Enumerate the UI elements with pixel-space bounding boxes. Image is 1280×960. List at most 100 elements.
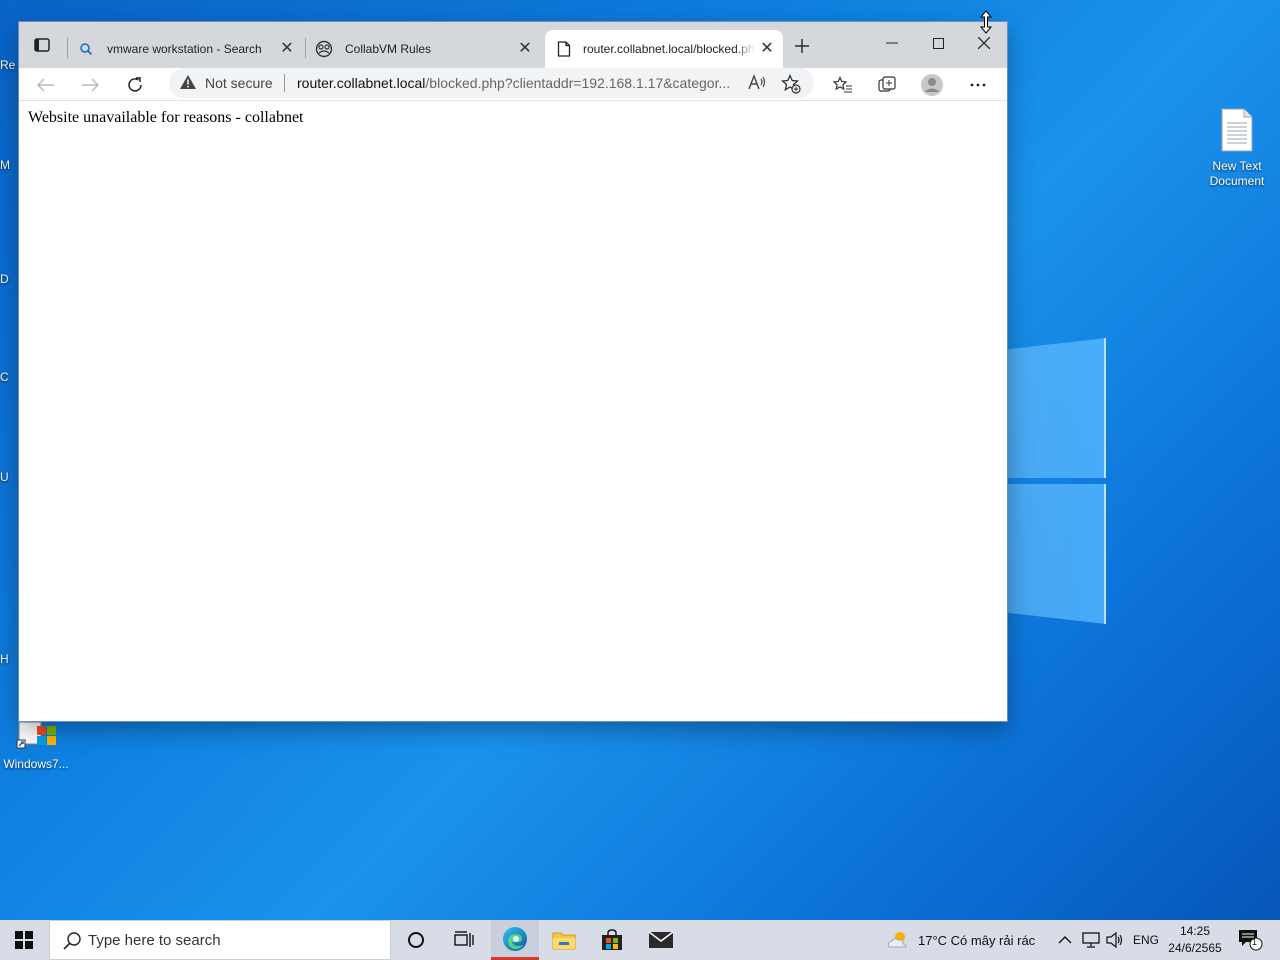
avatar-icon bbox=[921, 74, 943, 96]
tab-vmware-search[interactable]: vmware workstation - Search ✕ bbox=[73, 30, 303, 68]
resize-cursor-icon bbox=[979, 10, 993, 39]
search-placeholder: Type here to search bbox=[88, 932, 221, 949]
clock-button[interactable]: 14:25 24/6/2565 bbox=[1160, 923, 1230, 957]
desktop-icon-windows7[interactable]: Windows7... bbox=[0, 718, 76, 771]
desktop-icon-label: Windows7... bbox=[3, 757, 69, 771]
read-aloud-icon[interactable] bbox=[747, 74, 767, 92]
search-icon bbox=[63, 932, 81, 950]
notification-count: 1 bbox=[1252, 937, 1258, 947]
desktop-icon-fragment-label: H bbox=[0, 652, 9, 666]
desktop-icon-fragment[interactable]: U bbox=[0, 470, 20, 484]
taskbar-mail[interactable] bbox=[637, 920, 685, 960]
desktop-icon-fragment[interactable]: Re bbox=[0, 58, 20, 72]
cortana-button[interactable] bbox=[392, 920, 440, 960]
desktop-icon-fragment-label: U bbox=[0, 470, 9, 484]
desktop-icon-label: New Text Document bbox=[1209, 159, 1265, 188]
favorites-list-icon bbox=[833, 76, 852, 93]
back-arrow-icon bbox=[37, 78, 54, 92]
tab-title: router.collabnet.local/blocked.php bbox=[583, 42, 755, 56]
warning-triangle-icon[interactable] bbox=[179, 74, 197, 90]
desktop-icon-fragment[interactable]: D bbox=[0, 272, 20, 286]
security-status-label[interactable]: Not secure bbox=[205, 75, 273, 91]
clock-time: 14:25 bbox=[1179, 924, 1211, 938]
maximize-icon bbox=[932, 37, 944, 49]
minimize-icon bbox=[886, 42, 898, 44]
network-icon bbox=[1082, 932, 1100, 948]
new-tab-button[interactable] bbox=[789, 34, 815, 58]
notification-icon bbox=[1239, 930, 1263, 951]
add-favorite-icon[interactable] bbox=[781, 74, 801, 94]
refresh-button[interactable] bbox=[122, 72, 148, 98]
tab-title: CollabVM Rules bbox=[345, 42, 432, 56]
tab-actions-button[interactable] bbox=[29, 34, 55, 56]
url-text[interactable]: router.collabnet.local/blocked.php?clien… bbox=[297, 75, 737, 91]
url-path: /blocked.php?clientaddr=192.168.1.17&cat… bbox=[425, 75, 731, 91]
task-view-icon bbox=[454, 931, 474, 947]
desktop-icon-new-text-document[interactable]: New Text Document bbox=[1197, 108, 1277, 189]
tab-title: vmware workstation - Search bbox=[107, 42, 262, 56]
address-bar[interactable]: Not secure router.collabnet.local/blocke… bbox=[169, 68, 814, 98]
tab-separator bbox=[67, 38, 68, 58]
more-dots-icon bbox=[970, 83, 986, 87]
taskbar-file-explorer[interactable] bbox=[540, 920, 588, 960]
page-document-icon bbox=[557, 41, 571, 57]
tab-collabvm-rules[interactable]: CollabVM Rules ✕ bbox=[309, 30, 541, 68]
show-hidden-icons-button[interactable] bbox=[1058, 920, 1072, 960]
weather-partly-cloudy-icon bbox=[887, 932, 907, 948]
taskbar-search-box[interactable]: Type here to search bbox=[49, 920, 391, 960]
back-button[interactable] bbox=[33, 72, 59, 98]
folder-icon bbox=[552, 932, 576, 950]
page-content: Website unavailable for reasons - collab… bbox=[19, 101, 1007, 721]
taskbar-store[interactable] bbox=[588, 920, 636, 960]
clock-date: 24/6/2565 bbox=[1168, 941, 1222, 955]
maximize-button[interactable] bbox=[915, 30, 961, 56]
mail-envelope-icon bbox=[648, 931, 674, 948]
text-document-icon bbox=[1197, 108, 1277, 155]
taskbar-edge[interactable] bbox=[491, 920, 539, 960]
close-tab-icon[interactable]: ✕ bbox=[517, 40, 533, 57]
close-tab-icon[interactable]: ✕ bbox=[279, 40, 295, 57]
close-tab-icon[interactable]: ✕ bbox=[759, 40, 775, 57]
tab-router-blocked[interactable]: router.collabnet.local/blocked.php ✕ bbox=[545, 30, 783, 68]
language-label: ENG bbox=[1133, 933, 1160, 947]
desktop-icon-fragment-label: C bbox=[0, 370, 9, 384]
weather-widget[interactable]: 17°C Có mây rải rác bbox=[886, 920, 1035, 960]
windows-shortcut-icon bbox=[0, 718, 76, 753]
forward-arrow-icon bbox=[82, 78, 99, 92]
favorites-button[interactable] bbox=[830, 72, 856, 98]
network-button[interactable] bbox=[1082, 920, 1100, 960]
desktop-icon-fragment[interactable]: H bbox=[0, 652, 20, 666]
address-separator bbox=[284, 74, 285, 92]
desktop-icon-fragment-label: D bbox=[0, 272, 9, 286]
tab-separator bbox=[305, 38, 306, 58]
desktop-icon-fragment[interactable]: C bbox=[0, 370, 20, 384]
collections-button[interactable] bbox=[874, 72, 900, 98]
bing-search-icon bbox=[80, 43, 93, 56]
weather-text: 17°C Có mây rải rác bbox=[918, 932, 1036, 948]
navigation-toolbar: Not secure router.collabnet.local/blocke… bbox=[19, 68, 1007, 101]
windows-start-icon bbox=[15, 931, 33, 949]
refresh-icon bbox=[128, 77, 142, 92]
speaker-icon bbox=[1106, 932, 1123, 948]
input-language-button[interactable]: ENG bbox=[1133, 920, 1159, 960]
action-center-button[interactable]: 1 bbox=[1238, 920, 1264, 960]
edge-browser-icon bbox=[503, 926, 527, 951]
minimize-button[interactable] bbox=[869, 30, 915, 56]
collections-icon bbox=[878, 76, 896, 92]
desktop-icon-fragment-label: M bbox=[0, 158, 10, 172]
forward-button[interactable] bbox=[77, 72, 103, 98]
cortana-circle-icon bbox=[408, 932, 424, 948]
desktop-icon-fragment[interactable]: M bbox=[0, 158, 20, 172]
start-button[interactable] bbox=[0, 920, 48, 960]
blocked-message: Website unavailable for reasons - collab… bbox=[28, 109, 304, 126]
settings-more-button[interactable] bbox=[965, 72, 991, 98]
browser-window: vmware workstation - Search ✕ CollabVM R… bbox=[19, 22, 1007, 721]
plus-icon bbox=[795, 39, 809, 53]
desktop-icon-fragment-label: Re bbox=[0, 58, 16, 72]
profile-button[interactable] bbox=[919, 72, 945, 98]
url-host: router.collabnet.local bbox=[297, 75, 426, 91]
volume-button[interactable] bbox=[1106, 920, 1124, 960]
chevron-up-icon bbox=[1058, 936, 1072, 944]
collabvm-logo-icon bbox=[315, 40, 333, 58]
task-view-button[interactable] bbox=[440, 920, 488, 960]
